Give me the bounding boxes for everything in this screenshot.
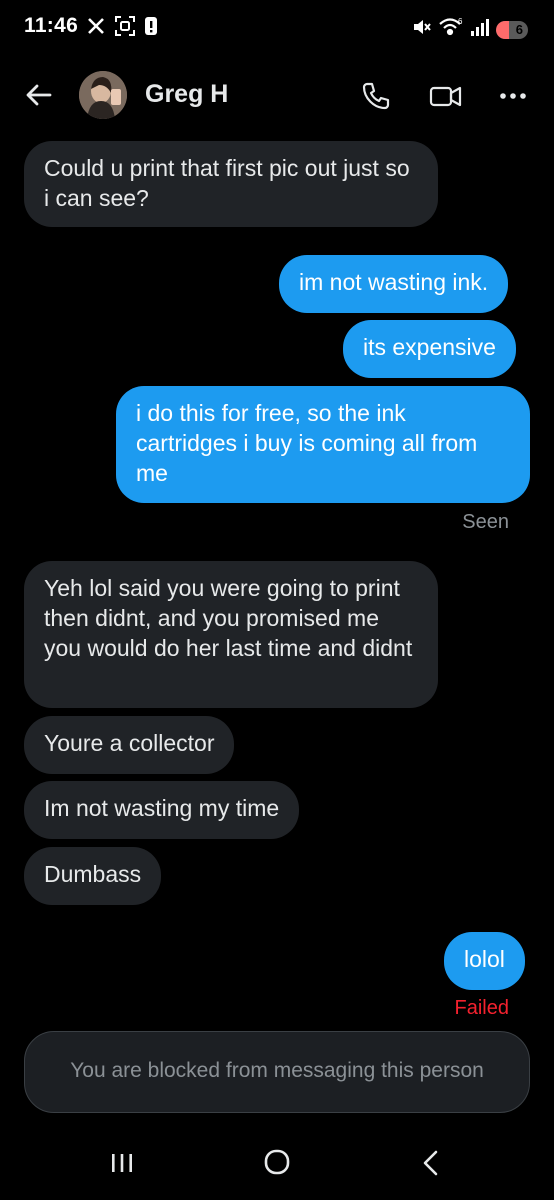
message-bubble-incoming[interactable]: Im not wasting my time [24, 781, 300, 839]
back-icon[interactable] [412, 1148, 452, 1178]
message-bubble-outgoing[interactable]: lolol [444, 932, 525, 990]
contact-name[interactable]: Greg H [145, 80, 228, 109]
message-bubble-incoming[interactable]: Dumbass [24, 847, 162, 905]
seen-status: Seen [462, 511, 509, 533]
x-app-icon [86, 16, 106, 41]
recents-icon[interactable] [102, 1148, 142, 1178]
status-time: 11:46 [24, 14, 79, 37]
mute-icon [412, 17, 432, 42]
failed-status[interactable]: Failed [455, 997, 509, 1020]
back-arrow-icon[interactable] [24, 80, 54, 110]
system-navigation-bar [0, 1130, 554, 1200]
network-type-label: 6 [458, 17, 463, 26]
battery-icon: 6 [496, 20, 528, 39]
phone-icon[interactable] [360, 80, 392, 112]
more-icon[interactable] [498, 80, 530, 112]
status-bar: 11:46 6 6 [0, 0, 554, 54]
message-bubble-incoming[interactable]: Youre a collector [24, 716, 235, 774]
blocked-composer: You are blocked from messaging this pers… [24, 1031, 530, 1113]
blocked-message: You are blocked from messaging this pers… [70, 1059, 484, 1082]
notification-alert-icon [144, 15, 158, 42]
conversation-header: Greg H [0, 62, 554, 128]
message-bubble-incoming[interactable]: Could u print that first pic out just so… [24, 141, 438, 227]
message-bubble-outgoing[interactable]: im not wasting ink. [279, 255, 509, 313]
screenshot-icon [114, 15, 136, 42]
battery-level: 6 [515, 21, 523, 37]
home-icon[interactable] [257, 1148, 297, 1178]
message-bubble-outgoing[interactable]: i do this for free, so the ink cartridge… [116, 386, 530, 503]
avatar[interactable] [79, 71, 127, 119]
signal-icon [470, 17, 490, 42]
message-bubble-outgoing[interactable]: its expensive [343, 320, 516, 378]
message-bubble-incoming[interactable]: Yeh lol said you were going to print the… [24, 561, 438, 708]
wifi-icon: 6 [438, 16, 464, 43]
video-icon[interactable] [429, 80, 462, 112]
